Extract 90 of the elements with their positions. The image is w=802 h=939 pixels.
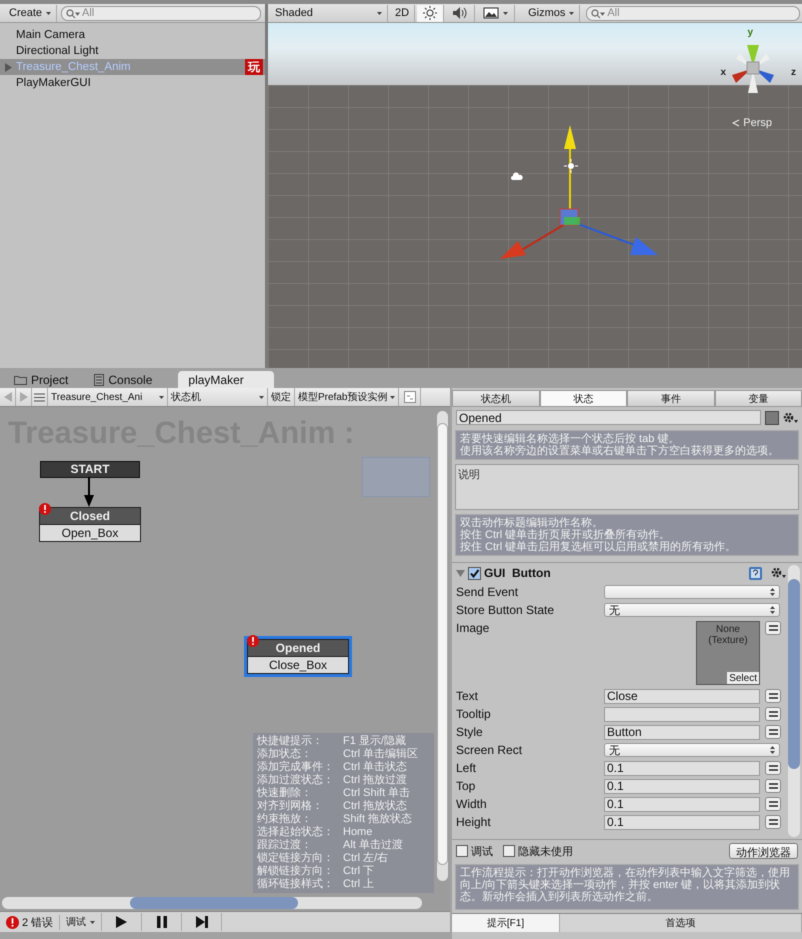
description-field[interactable]: 说明 — [455, 464, 799, 510]
window-tab[interactable]: Console — [84, 371, 162, 388]
hint-keys: Ctrl 拖放过渡 — [343, 774, 432, 787]
option-checkbox[interactable]: 隐藏未使用 — [503, 844, 573, 858]
parameter-dropdown[interactable]: 无 — [604, 743, 780, 757]
parameter-field[interactable]: 0.1 — [604, 760, 760, 776]
hint-action: 约束拖放： — [257, 813, 313, 826]
hint-keys: F1 显示/隐藏 — [343, 735, 432, 748]
inspector-tab[interactable]: 状态机 — [452, 390, 540, 407]
parameter-label: Top — [456, 779, 476, 793]
start-node[interactable]: START — [40, 461, 140, 478]
hint-action: 锁定链接方向： — [257, 852, 335, 864]
fsm-owner-dropdown[interactable]: Treasure_Chest_Ani — [48, 388, 168, 406]
parameter-field[interactable]: 0.1 — [604, 814, 760, 830]
parameter-label: Send Event — [456, 585, 520, 599]
fsm-dropdown[interactable]: 状态机 — [168, 388, 268, 406]
hierarchy-item[interactable]: Main Camera — [0, 27, 265, 43]
window-tab[interactable]: playMaker — [178, 371, 274, 388]
hierarchy-item[interactable]: Directional Light — [0, 43, 265, 59]
search-field[interactable]: All — [586, 6, 800, 20]
name-hint: 若要快速编辑名称选择一个状态后按 tab 键。 使用该名称旁边的设置菜单或右键单击下方空白获得更多的选项。 — [455, 430, 799, 460]
parameter-dropdown[interactable]: 无 — [604, 603, 780, 617]
parameter-label: Tooltip — [456, 707, 492, 721]
texture-label: None (Texture) — [707, 624, 749, 646]
action-hint: 双击动作标题编辑动作名称。 按住 Ctrl 键单击折页展开或折叠所有动作。 按住 Ctrl 键单击启用复选框可以启用或禁用的所有动作。 — [455, 514, 799, 556]
hint-keys: Shift 拖放状态 — [343, 813, 432, 826]
hint-action: 快捷键提示： — [257, 735, 324, 748]
footer-tab[interactable]: 提示[F1] — [452, 914, 560, 932]
error-count[interactable]: 2 错误 — [6, 914, 60, 930]
hint-keys: Home — [343, 826, 432, 839]
create-button[interactable]: Create — [4, 4, 58, 22]
hint-keys: Ctrl 左/右 — [343, 852, 432, 865]
hint-keys: Ctrl 拖放状态 — [343, 800, 432, 813]
playmaker-badge: 玩 — [245, 59, 263, 75]
hint-action: 对齐到网格： — [257, 800, 324, 813]
hint-keys: Alt 单击过渡 — [343, 839, 432, 852]
parameter-label: Screen Rect — [456, 743, 524, 757]
debug-dropdown[interactable]: 调试 — [60, 913, 102, 931]
hint-keys: Ctrl Shift 单击 — [343, 787, 432, 800]
2d-toggle[interactable]: 2D — [390, 4, 416, 22]
parameter-label: Height — [456, 815, 492, 829]
option-checkbox[interactable]: 调试 — [456, 844, 493, 858]
select-button[interactable]: Select — [727, 672, 759, 684]
window-tab[interactable]: Project — [4, 371, 78, 388]
parameter-field[interactable]: Close — [604, 688, 760, 704]
hint-keys: Ctrl 上 — [343, 878, 432, 891]
hierarchy-item[interactable]: PlayMakerGUI — [0, 75, 265, 91]
shading-dropdown[interactable]: Shaded — [270, 4, 388, 22]
state-name: Closed — [40, 508, 140, 524]
hint-action: 解锁链接方向： — [257, 865, 335, 878]
hint-keys: Ctrl 下 — [343, 865, 432, 878]
hint-action: 添加完成事件： — [257, 761, 335, 774]
parameter-label: Style — [456, 725, 484, 739]
workflow-hint: 工作流程提示：打开动作浏览器，在动作列表中输入文字筛选，使用向上/向下箭头键来选择一项动作，并按 enter 键，以将其添加到状态。新动作会插入到列表所选动作之前。 — [455, 864, 799, 910]
hint-action: 快速删除： — [257, 787, 313, 800]
prefab-dropdown[interactable]: 模型Prefab预设实例 — [295, 388, 399, 406]
parameter-field[interactable]: 0.1 — [604, 796, 760, 812]
search-field[interactable]: All — [61, 6, 261, 20]
hint-action: 选择起始状态： — [257, 826, 335, 838]
hint-action: 循环链接样式： — [257, 878, 335, 891]
action-title: GUI Button — [484, 566, 552, 580]
hint-keys: Ctrl 单击编辑区 — [343, 748, 432, 761]
parameter-field[interactable]: Button — [604, 724, 760, 740]
hint-action: 添加过渡状态： — [257, 774, 335, 787]
parameter-label: Text — [456, 689, 480, 703]
texture-slot[interactable]: None (Texture) Select — [696, 621, 760, 685]
x-axis-label: x — [720, 67, 726, 78]
parameter-field[interactable]: 0.1 — [604, 778, 760, 794]
parameter-label: Width — [456, 797, 488, 811]
hierarchy-item[interactable]: Treasure_Chest_Anim 玩 — [0, 59, 265, 75]
hint-keys: Ctrl 单击状态 — [343, 761, 432, 774]
inspector-tab[interactable]: 事件 — [627, 390, 714, 407]
z-axis-label: z — [791, 67, 796, 78]
action-browser-button[interactable]: 动作浏览器 — [729, 843, 798, 859]
transition-event[interactable]: Close_Box — [248, 656, 348, 673]
inspector-tab[interactable]: 状态 — [540, 390, 627, 407]
state-name: Opened — [248, 640, 348, 656]
hint-action: 跟踪过渡： — [257, 839, 313, 852]
parameter-label: Image — [456, 621, 490, 635]
parameter-label: Store Button State — [456, 603, 556, 617]
transition-event[interactable]: Open_Box — [40, 524, 140, 541]
footer-tab[interactable]: 首选项 — [560, 914, 802, 932]
state-name-field[interactable]: Opened — [456, 410, 761, 425]
hint-action: 添加状态： — [257, 748, 313, 760]
projection-toggle[interactable]: Persp — [732, 117, 772, 129]
gizmos-dropdown[interactable]: Gizmos — [523, 4, 580, 22]
parameter-label: Left — [456, 761, 478, 775]
lock-button[interactable]: 锁定 — [268, 388, 295, 406]
y-axis-label: y — [747, 27, 753, 38]
inspector-tab[interactable]: 变量 — [714, 390, 802, 407]
